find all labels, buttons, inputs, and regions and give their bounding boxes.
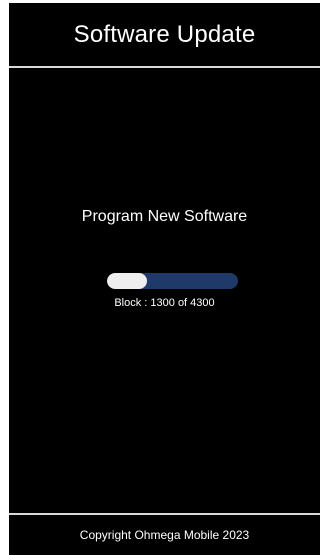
section-title: Program New Software: [81, 208, 248, 225]
device-screen: Software Update Program New Software Blo…: [9, 3, 320, 555]
copyright-text: Copyright Ohmega Mobile 2023: [79, 528, 250, 542]
progress-bar: [107, 273, 238, 289]
progress-bar-fill: [107, 273, 147, 289]
header-bar: Software Update: [9, 3, 320, 68]
progress-status-text: Block : 1300 of 4300: [114, 297, 215, 309]
app-frame: Software Update Program New Software Blo…: [0, 0, 330, 555]
page-title: Software Update: [73, 20, 256, 48]
footer-bar: Copyright Ohmega Mobile 2023: [9, 513, 320, 555]
